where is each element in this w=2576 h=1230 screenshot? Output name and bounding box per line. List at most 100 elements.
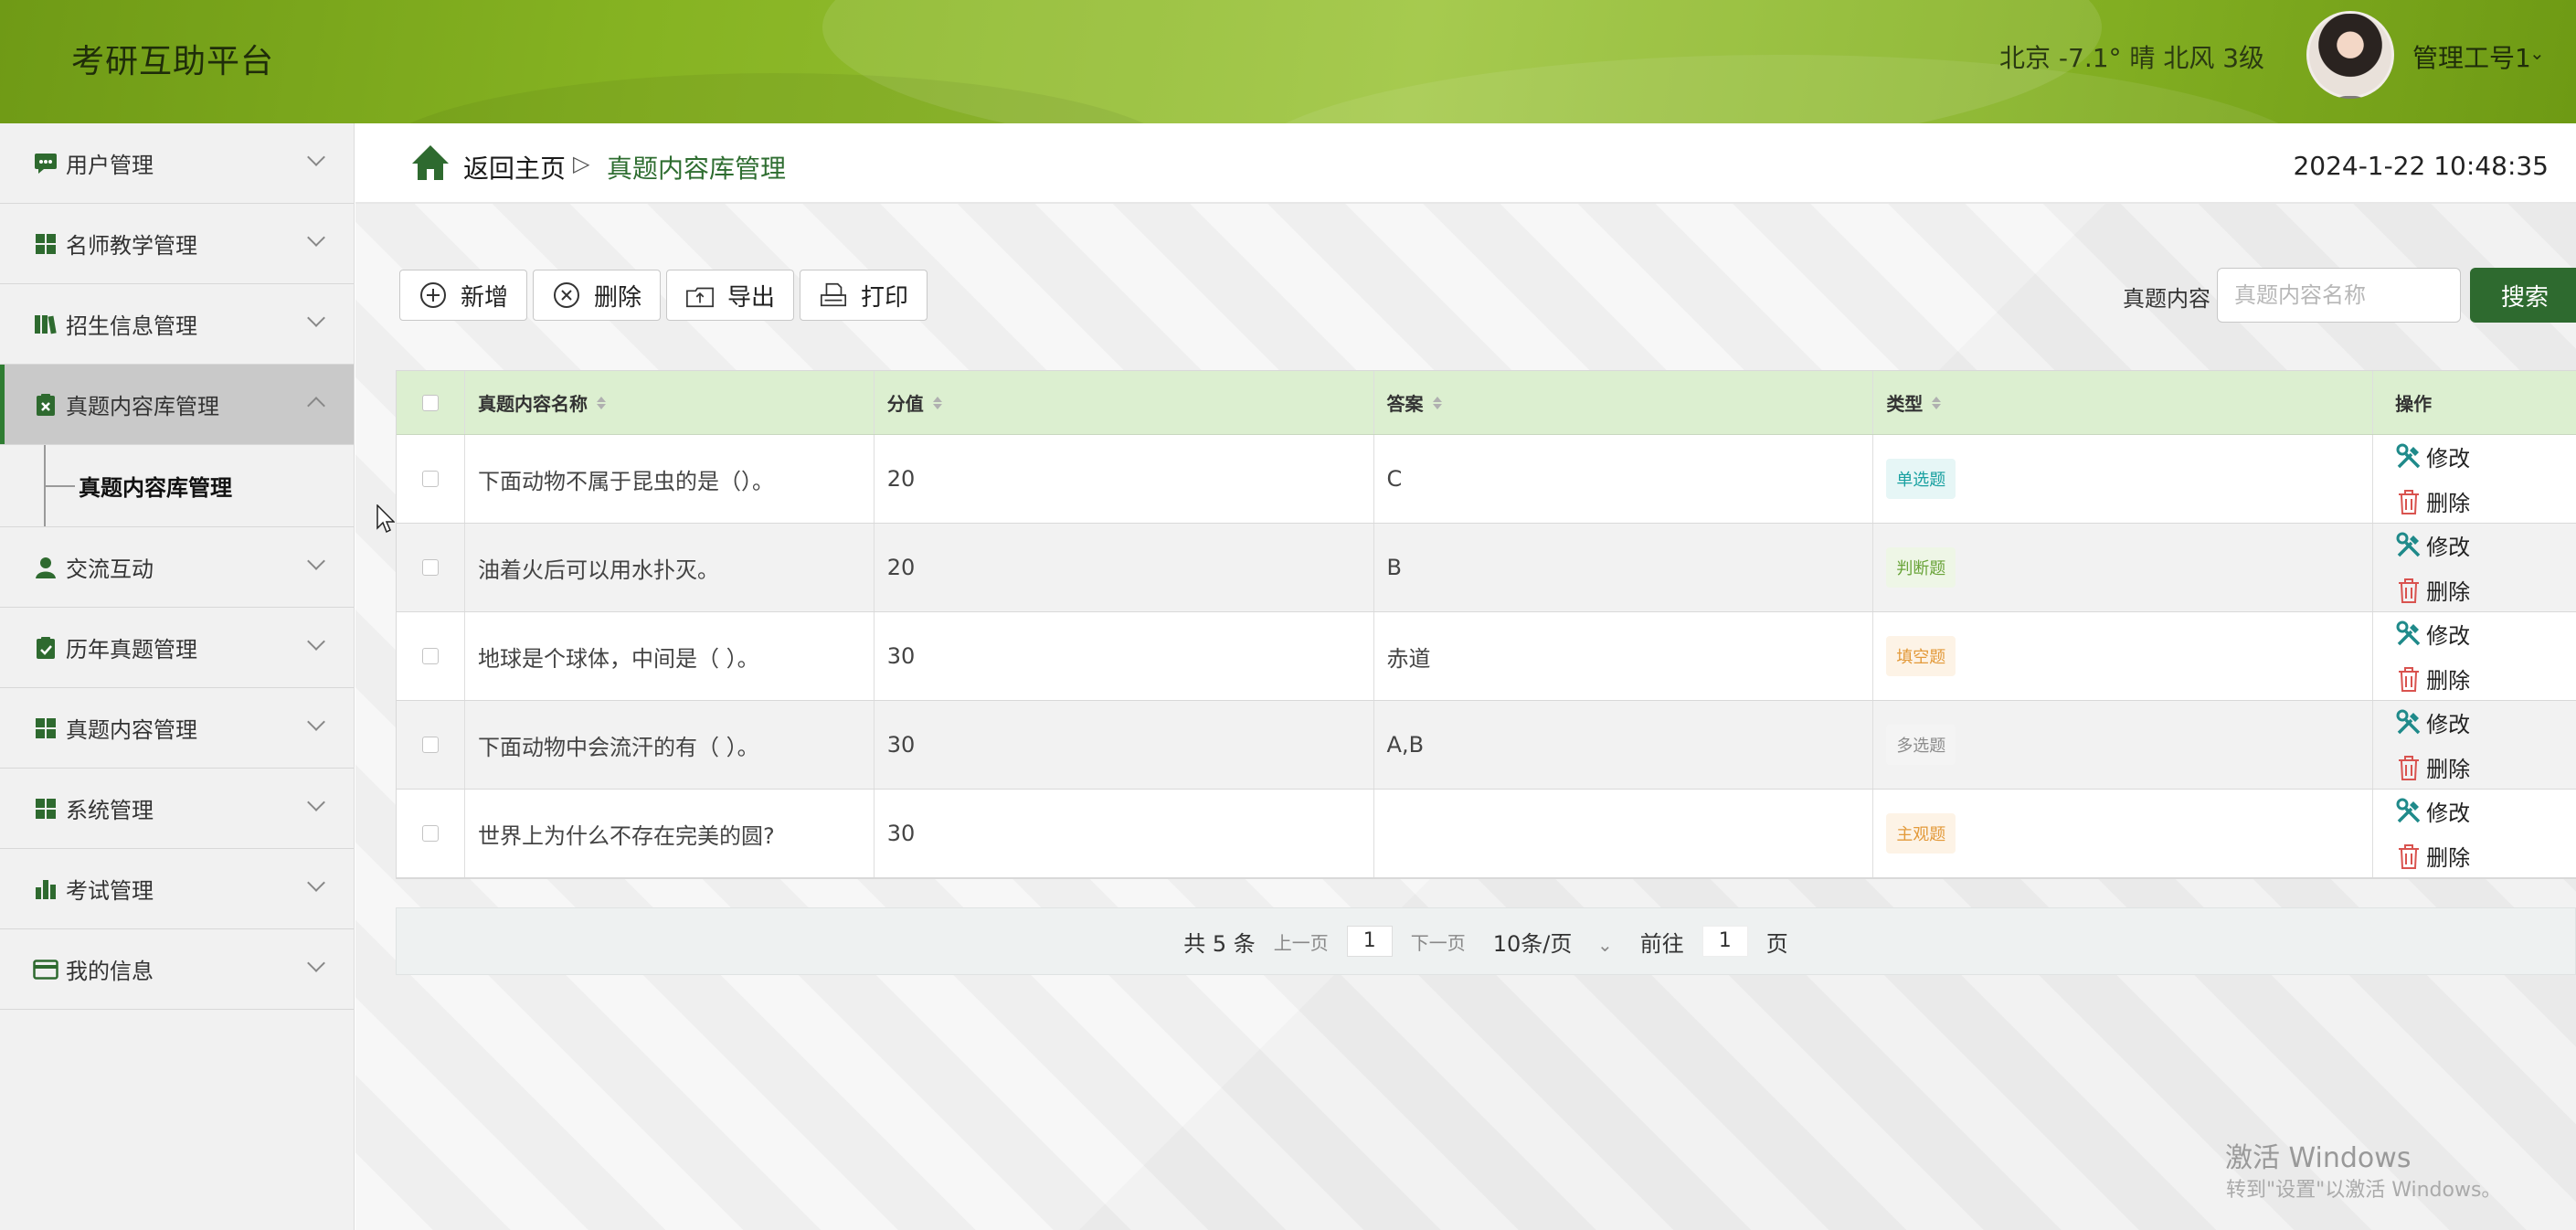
row-checkbox[interactable] (421, 648, 439, 664)
edit-label: 修改 (2426, 801, 2471, 826)
chevron-down-icon (307, 954, 325, 972)
edit-label: 修改 (2426, 712, 2471, 737)
cell-score: 20 (875, 524, 1374, 611)
sidebar-subitem-question-bank[interactable]: 真题内容库管理 (0, 445, 354, 527)
breadcrumb-current: 真题内容库管理 (607, 154, 787, 184)
goto-unit: 页 (1765, 930, 1788, 957)
trash-icon (2395, 843, 2422, 870)
sort-icon[interactable] (1432, 396, 1442, 409)
table-row[interactable]: 地球是个球体，中间是（ ）。 30 赤道 填空题 修改 删除 (397, 612, 2576, 701)
chevron-down-icon (307, 713, 325, 731)
export-button[interactable]: 导出 (666, 270, 795, 321)
delete-row-button[interactable]: 删除 (2395, 751, 2470, 783)
toolbar: 新增 删除 导出 打印 (399, 270, 928, 321)
sidebar-item-question-content[interactable]: 真题内容管理 (0, 688, 354, 769)
edit-button[interactable]: 修改 (2395, 440, 2470, 472)
chat-icon (33, 151, 58, 176)
sidebar-item-label: 真题内容库管理 (66, 394, 219, 419)
goto-page-input[interactable]: 1 (1701, 926, 1748, 957)
row-checkbox[interactable] (421, 559, 439, 576)
cell-name: 下面动物中会流汗的有（ ）。 (465, 701, 875, 789)
chevron-down-icon: ⌄ (1597, 933, 1613, 956)
sort-icon[interactable] (932, 396, 942, 409)
header-cell-name[interactable]: 真题内容名称 (465, 371, 875, 434)
delete-row-button[interactable]: 删除 (2395, 663, 2470, 695)
grid-icon (33, 796, 58, 822)
header-cell-type[interactable]: 类型 (1873, 371, 2374, 434)
cell-type: 多选题 (1873, 701, 2374, 789)
sidebar-item-label: 名师教学管理 (66, 233, 197, 259)
type-badge: 填空题 (1886, 636, 1956, 676)
page-size-select[interactable]: 10条/页 ⌄ (1484, 926, 1622, 958)
bar-chart-icon (33, 876, 58, 902)
edit-icon (2395, 443, 2422, 471)
sidebar-item-user-management[interactable]: 用户管理 (0, 123, 354, 204)
sidebar-item-question-bank[interactable]: 真题内容库管理 (0, 365, 354, 445)
cell-name: 世界上为什么不存在完美的圆? (465, 790, 875, 877)
table-row[interactable]: 油着火后可以用水扑灭。 20 B 判断题 修改 删除 (397, 524, 2576, 612)
add-button[interactable]: 新增 (399, 270, 528, 321)
sidebar-item-past-exams[interactable]: 历年真题管理 (0, 608, 354, 688)
sidebar-item-interaction[interactable]: 交流互动 (0, 527, 354, 608)
chevron-down-icon (307, 148, 325, 166)
prev-page-button[interactable]: 上一页 (1274, 928, 1329, 955)
home-icon[interactable] (410, 143, 451, 182)
chevron-down-icon[interactable]: ⌄ (2529, 42, 2545, 64)
chevron-down-icon (307, 632, 325, 651)
breadcrumb-home-link[interactable]: 返回主页 (463, 149, 566, 186)
delete-row-button[interactable]: 删除 (2395, 840, 2470, 872)
goto-label: 前往 (1639, 930, 1684, 957)
user-icon (33, 555, 58, 580)
chevron-down-icon (307, 228, 325, 247)
pagination-total: 共 5 条 (1183, 930, 1256, 957)
edit-button[interactable]: 修改 (2395, 706, 2470, 738)
next-page-button[interactable]: 下一页 (1411, 928, 1466, 955)
table-row[interactable]: 世界上为什么不存在完美的圆? 30 主观题 修改 删除 (397, 790, 2576, 878)
sidebar-subitem-label: 真题内容库管理 (79, 475, 232, 501)
printer-icon (819, 281, 848, 310)
select-all-checkbox[interactable] (421, 394, 439, 411)
column-header: 类型 (1886, 393, 1924, 415)
sidebar-item-teacher-teaching[interactable]: 名师教学管理 (0, 204, 354, 284)
table-row[interactable]: 下面动物不属于昆虫的是（）。 20 C 单选题 修改 删除 (397, 435, 2576, 524)
row-checkbox[interactable] (421, 471, 439, 487)
row-select-cell (397, 612, 465, 700)
cell-name: 下面动物不属于昆虫的是（）。 (465, 435, 875, 523)
sort-icon[interactable] (596, 396, 606, 409)
pagination: 共 5 条 上一页 1 下一页 10条/页 ⌄ 前往 1 页 (396, 907, 2576, 975)
delete-label: 删除 (2426, 491, 2471, 516)
row-select-cell (397, 701, 465, 789)
edit-button[interactable]: 修改 (2395, 795, 2470, 827)
delete-button[interactable]: 删除 (533, 270, 662, 321)
header-cell-answer[interactable]: 答案 (1374, 371, 1874, 434)
avatar[interactable] (2306, 11, 2394, 99)
delete-row-button[interactable]: 删除 (2395, 485, 2470, 517)
page-number[interactable]: 1 (1346, 926, 1393, 957)
question-table: 真题内容名称 分值 答案 类型 操作 下面动物不属于昆虫的是（）。 20 C 单选题修… (396, 370, 2576, 879)
edit-button[interactable]: 修改 (2395, 529, 2470, 561)
search-input[interactable] (2217, 268, 2461, 323)
sidebar-item-admissions[interactable]: 招生信息管理 (0, 284, 354, 365)
cell-answer: A,B (1374, 701, 1874, 789)
cell-name: 地球是个球体，中间是（ ）。 (465, 612, 875, 700)
type-badge: 判断题 (1886, 547, 1956, 588)
row-checkbox[interactable] (421, 825, 439, 842)
edit-button[interactable]: 修改 (2395, 618, 2470, 650)
delete-row-button[interactable]: 删除 (2395, 574, 2470, 606)
table-row[interactable]: 下面动物中会流汗的有（ ）。 30 A,B 多选题 修改 删除 (397, 701, 2576, 790)
sidebar-item-exam[interactable]: 考试管理 (0, 849, 354, 929)
cell-type: 单选题 (1873, 435, 2374, 523)
print-button-label: 打印 (861, 283, 909, 312)
row-checkbox[interactable] (421, 737, 439, 753)
sidebar-item-system[interactable]: 系统管理 (0, 769, 354, 849)
table-header: 真题内容名称 分值 答案 类型 操作 (397, 371, 2576, 435)
sidebar-item-my-info[interactable]: 我的信息 (0, 929, 354, 1010)
header-cell-score[interactable]: 分值 (875, 371, 1374, 434)
book-icon (33, 312, 58, 337)
user-menu[interactable]: 管理工号1 (2412, 38, 2531, 75)
print-button[interactable]: 打印 (800, 270, 928, 321)
search-button[interactable]: 搜索 (2470, 268, 2576, 323)
top-header: 考研互助平台 北京 -7.1° 晴 北风 3级 管理工号1 ⌄ (0, 0, 2576, 123)
column-header: 操作 (2395, 393, 2433, 415)
sort-icon[interactable] (1932, 396, 1942, 409)
